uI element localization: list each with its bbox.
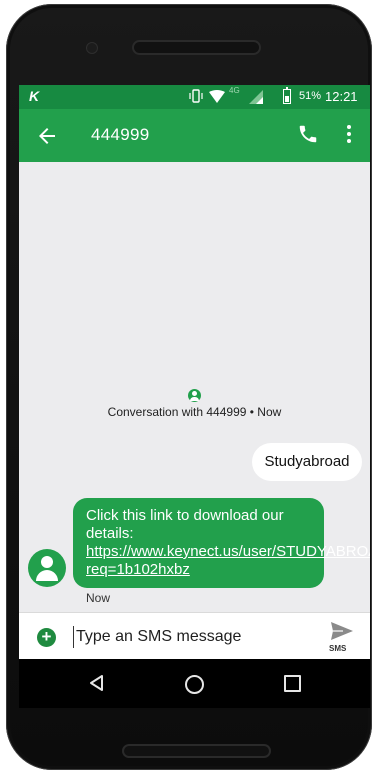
carrier-logo-icon: K — [29, 88, 40, 104]
incoming-message-text: Click this link to download our details: — [86, 507, 284, 542]
signal-icon — [249, 90, 263, 104]
triangle-back-icon[interactable] — [88, 674, 106, 692]
phone-screen: K 4G 51% 12:21 444999 Conversation with … — [19, 85, 370, 708]
circle-home-icon[interactable] — [185, 675, 204, 694]
message-timestamp: Now — [86, 591, 111, 605]
avatar-head-icon — [41, 556, 53, 568]
square-recent-icon[interactable] — [284, 675, 301, 692]
incoming-message[interactable]: Click this link to download our details:… — [73, 498, 370, 588]
compose-bar: + SMS — [19, 612, 370, 660]
vibrate-icon — [189, 89, 203, 103]
conversation-header-text: Conversation with 444999 • Now — [107, 405, 282, 419]
avatar-body-icon — [36, 570, 58, 581]
status-bar: K 4G 51% 12:21 — [19, 85, 370, 109]
phone-icon[interactable] — [297, 123, 319, 145]
conversation-title: 444999 — [91, 125, 150, 144]
send-type-label: SMS — [329, 644, 347, 653]
network-type-label: 4G — [229, 86, 240, 95]
app-bar: 444999 — [19, 109, 370, 162]
incoming-message-link[interactable]: https://www.keynect.us/user/STUDYABROAD?… — [86, 543, 370, 578]
nav-bar — [19, 659, 370, 708]
front-camera — [86, 42, 98, 54]
plus-circle-icon[interactable]: + — [37, 628, 56, 647]
clock: 12:21 — [325, 89, 358, 104]
send-icon[interactable] — [330, 621, 354, 641]
battery-percent: 51% — [299, 90, 322, 102]
contact-avatar[interactable] — [28, 549, 66, 587]
contact-small-icon — [188, 389, 201, 402]
more-vert-icon[interactable] — [340, 123, 358, 145]
battery-icon — [283, 87, 291, 104]
message-input[interactable] — [73, 626, 316, 648]
wifi-icon — [209, 90, 225, 103]
outgoing-message[interactable]: Studyabroad — [252, 443, 362, 481]
top-speaker — [134, 42, 259, 53]
arrow-back-icon[interactable] — [35, 124, 59, 148]
bottom-speaker — [124, 746, 269, 756]
